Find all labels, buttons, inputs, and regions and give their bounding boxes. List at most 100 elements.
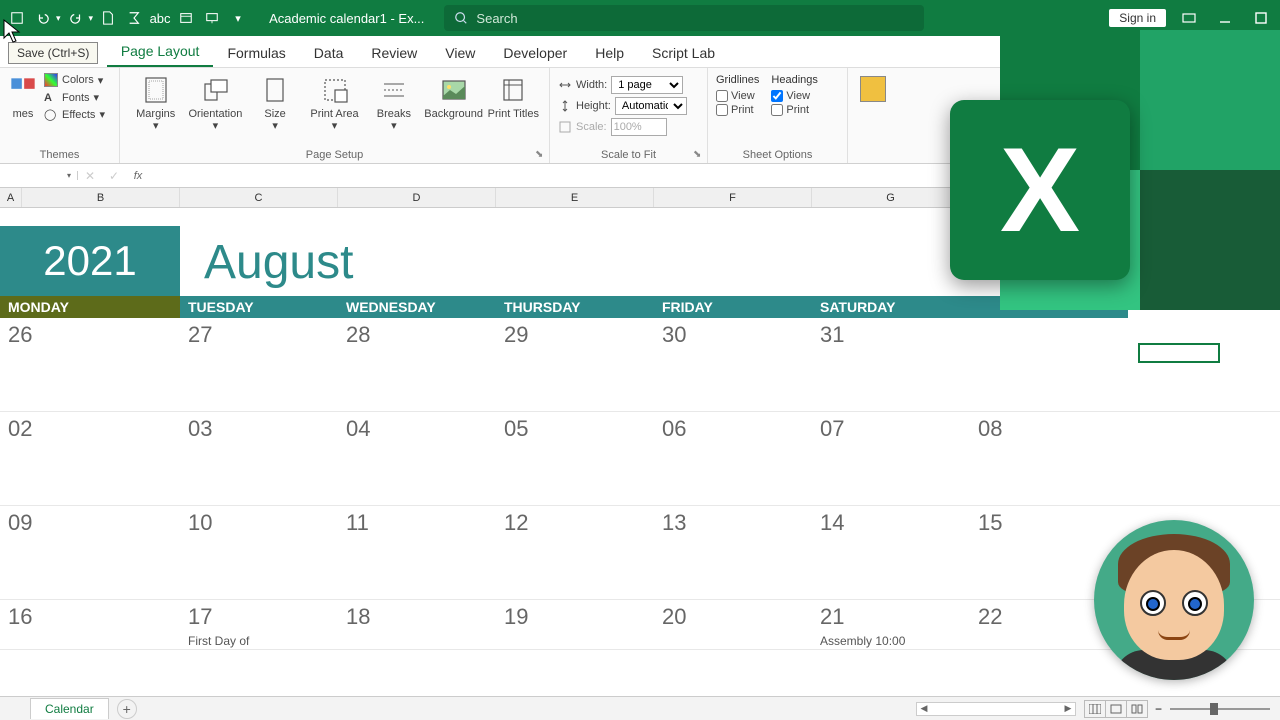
calendar-cell[interactable]: 20 <box>654 600 812 649</box>
calendar-cell[interactable]: 29 <box>496 318 654 411</box>
calendar-cell[interactable]: 19 <box>496 600 654 649</box>
calendar-cell[interactable] <box>970 318 1128 411</box>
orientation-button[interactable]: Orientation▾ <box>187 72 243 134</box>
breaks-button[interactable]: Breaks▾ <box>366 72 421 134</box>
column-header[interactable]: D <box>338 188 496 207</box>
horizontal-scrollbar[interactable]: ◀▶ <box>916 702 1076 716</box>
calendar-cell[interactable]: 11 <box>338 506 496 599</box>
excel-x-icon: X <box>950 100 1130 280</box>
undo-icon[interactable] <box>32 7 54 29</box>
calendar-cell[interactable]: 18 <box>338 600 496 649</box>
colors-button[interactable]: Colors ▾ <box>42 72 107 88</box>
calendar-cell[interactable]: 30 <box>654 318 812 411</box>
gridlines-print-check[interactable]: Print <box>716 104 759 116</box>
day-header: THURSDAY <box>496 296 654 318</box>
column-header[interactable]: G <box>812 188 970 207</box>
ribbon-tab-view[interactable]: View <box>431 39 489 67</box>
width-select[interactable]: 1 page <box>611 76 683 94</box>
calendar-cell[interactable]: 16 <box>0 600 180 649</box>
scale-input <box>611 118 667 136</box>
page-setup-launcher-icon[interactable]: ⬊ <box>535 149 547 161</box>
scale-launcher-icon[interactable]: ⬊ <box>693 149 705 161</box>
calendar-cell[interactable]: 06 <box>654 412 812 505</box>
add-sheet-button[interactable]: + <box>117 699 137 719</box>
column-header[interactable]: E <box>496 188 654 207</box>
print-area-button[interactable]: Print Area▾ <box>307 72 362 134</box>
titlebar-right: Sign in <box>1109 5 1274 31</box>
ribbon-tab-script-lab[interactable]: Script Lab <box>638 39 729 67</box>
bring-forward-icon[interactable] <box>860 76 886 102</box>
avatar <box>1094 520 1254 680</box>
spellcheck-icon[interactable]: abc <box>149 7 171 29</box>
ribbon-tab-data[interactable]: Data <box>300 39 358 67</box>
calendar-cell[interactable]: 03 <box>180 412 338 505</box>
print-titles-button[interactable]: Print Titles <box>486 72 541 122</box>
zoom-slider[interactable] <box>1170 708 1270 710</box>
search-input[interactable]: Search <box>444 5 924 31</box>
ribbon-tab-developer[interactable]: Developer <box>489 39 581 67</box>
calendar-cell[interactable]: 09 <box>0 506 180 599</box>
status-bar: Calendar + ◀▶ − <box>0 696 1280 720</box>
normal-view-icon[interactable] <box>1084 700 1106 718</box>
redo-dropdown-icon[interactable]: ▾ <box>89 13 94 24</box>
page-layout-view-icon[interactable] <box>1105 700 1127 718</box>
undo-dropdown-icon[interactable]: ▾ <box>56 13 61 24</box>
calendar-cell[interactable]: 26 <box>0 318 180 411</box>
cell-selection <box>1138 343 1220 363</box>
name-box[interactable]: ▾ <box>0 171 78 180</box>
calendar-cell[interactable]: 02 <box>0 412 180 505</box>
calendar-cell[interactable]: 17First Day of <box>180 600 338 649</box>
page-setup-group: Margins▾ Orientation▾ Size▾ Print Area▾ … <box>120 68 550 163</box>
column-header[interactable]: F <box>654 188 812 207</box>
calendar-cell[interactable]: 31 <box>812 318 970 411</box>
calendar-cell[interactable]: 27 <box>180 318 338 411</box>
ribbon-tab-help[interactable]: Help <box>581 39 638 67</box>
calendar-cell[interactable]: 04 <box>338 412 496 505</box>
column-header[interactable]: A <box>0 188 22 207</box>
day-header: FRIDAY <box>654 296 812 318</box>
calendar-cell[interactable]: 28 <box>338 318 496 411</box>
size-button[interactable]: Size▾ <box>247 72 302 134</box>
scale-to-fit-group: Width:1 page Height:Automatic Scale: Sca… <box>550 68 708 163</box>
calendar-cell[interactable]: 08 <box>970 412 1128 505</box>
maximize-icon[interactable] <box>1248 5 1274 31</box>
minimize-icon[interactable] <box>1212 5 1238 31</box>
presentation-icon[interactable] <box>201 7 223 29</box>
calendar-cell[interactable]: 05 <box>496 412 654 505</box>
height-select[interactable]: Automatic <box>615 97 687 115</box>
calendar-cell[interactable]: 21Assembly 10:00 <box>812 600 970 649</box>
zoom-out-icon[interactable]: − <box>1155 702 1162 716</box>
customize-qat-icon[interactable]: ▾ <box>227 7 249 29</box>
calendar-cell[interactable]: 07 <box>812 412 970 505</box>
signin-button[interactable]: Sign in <box>1109 9 1166 27</box>
enter-formula-icon[interactable]: ✓ <box>102 169 126 183</box>
calendar-cell[interactable]: 12 <box>496 506 654 599</box>
redo-icon[interactable] <box>65 7 87 29</box>
headings-print-check[interactable]: Print <box>771 104 817 116</box>
fonts-button[interactable]: AFonts ▾ <box>42 90 107 105</box>
ribbon-tab-formulas[interactable]: Formulas <box>213 39 299 67</box>
column-header[interactable]: B <box>22 188 180 207</box>
gridlines-view-check[interactable]: View <box>716 90 759 102</box>
fx-icon[interactable]: fx <box>126 170 150 182</box>
ribbon-tab-review[interactable]: Review <box>357 39 431 67</box>
effects-button[interactable]: ◯Effects ▾ <box>42 107 107 122</box>
search-placeholder: Search <box>476 11 517 26</box>
headings-view-check[interactable]: View <box>771 90 817 102</box>
calendar-cell[interactable]: 10 <box>180 506 338 599</box>
column-header[interactable]: C <box>180 188 338 207</box>
ribbon-display-icon[interactable] <box>1176 5 1202 31</box>
sheet-tab-calendar[interactable]: Calendar <box>30 698 109 719</box>
calendar-cell[interactable]: 14 <box>812 506 970 599</box>
autosum-icon[interactable] <box>123 7 145 29</box>
form-icon[interactable] <box>175 7 197 29</box>
themes-button[interactable]: mes <box>8 72 38 122</box>
background-button[interactable]: Background <box>426 72 482 122</box>
calendar-cell[interactable]: 13 <box>654 506 812 599</box>
new-file-icon[interactable] <box>97 7 119 29</box>
page-break-view-icon[interactable] <box>1126 700 1148 718</box>
ribbon-tab-page-layout[interactable]: Page Layout <box>107 37 214 67</box>
day-header: MONDAY <box>0 296 180 318</box>
margins-button[interactable]: Margins▾ <box>128 72 183 134</box>
cancel-formula-icon[interactable]: ✕ <box>78 169 102 183</box>
